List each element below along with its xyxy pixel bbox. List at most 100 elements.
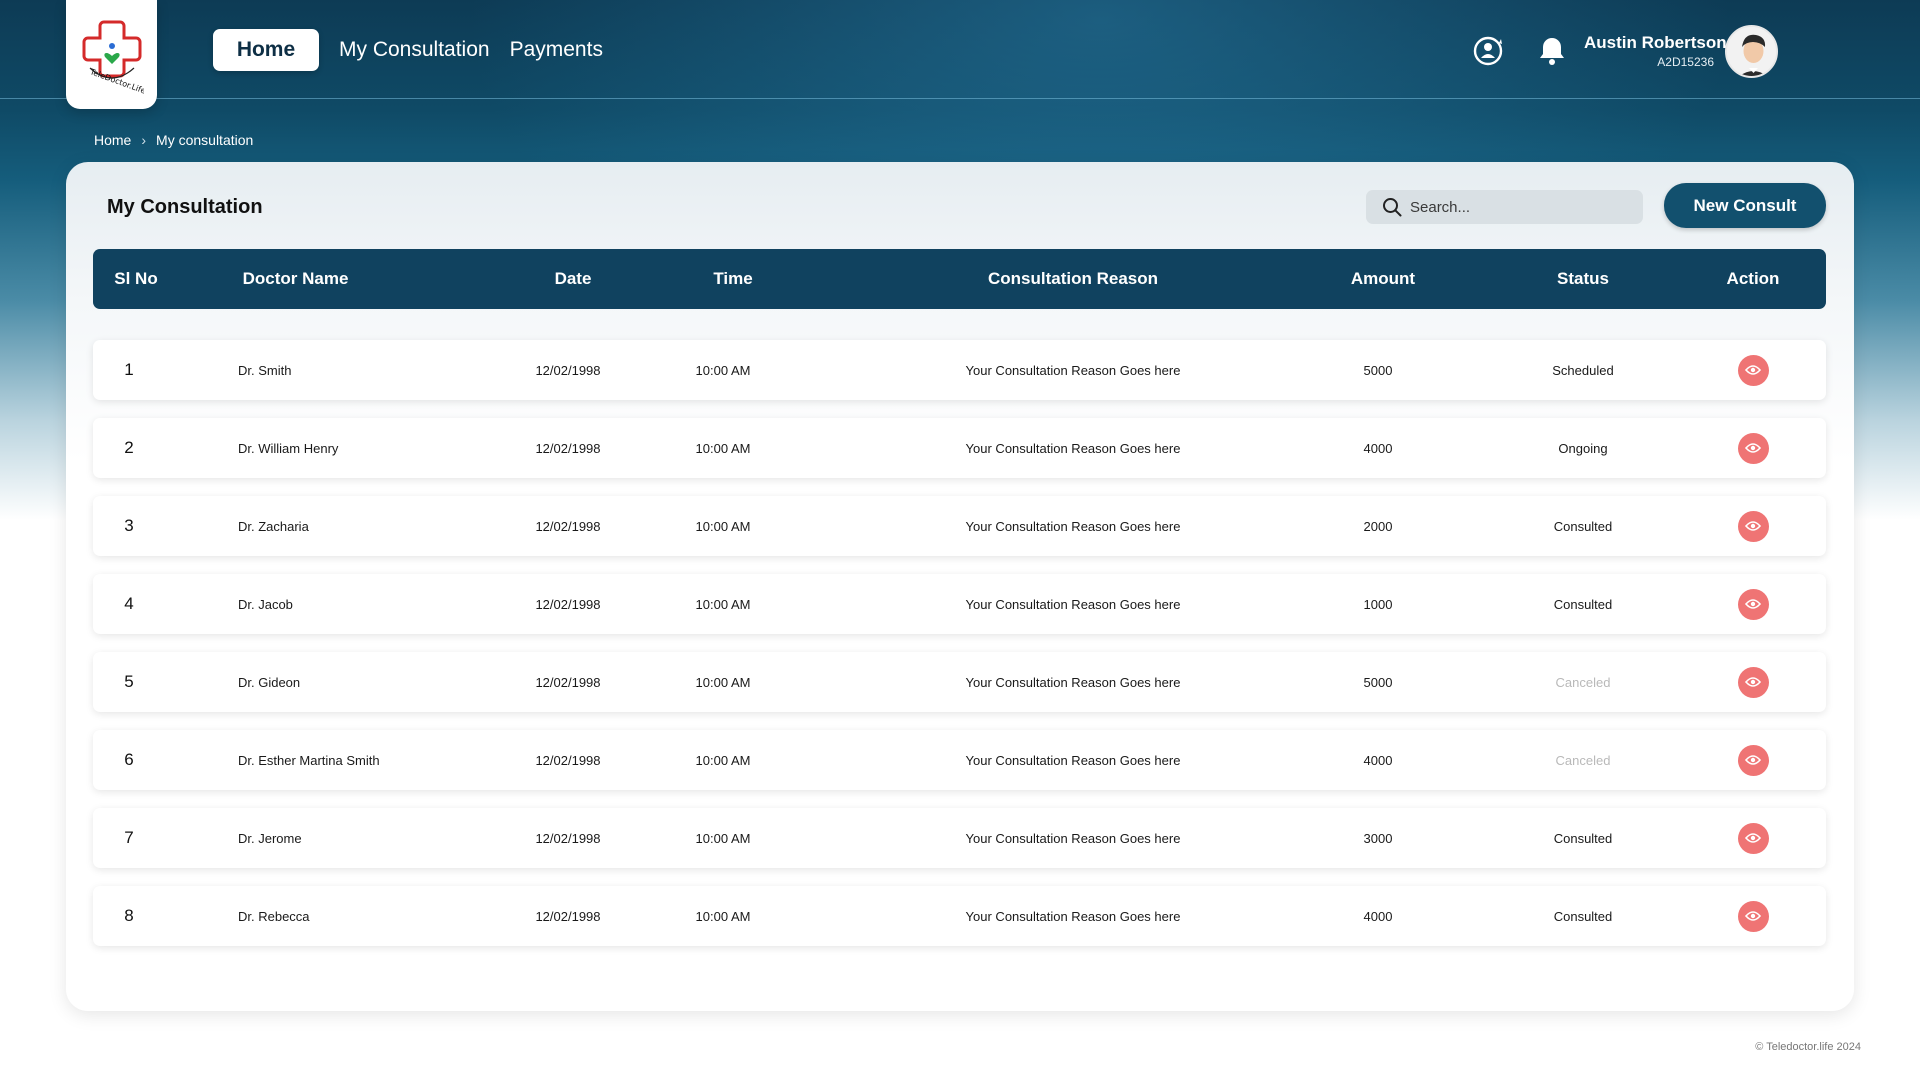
- view-consultation-button[interactable]: [1737, 354, 1769, 386]
- cell-date: 12/02/1998: [535, 596, 601, 612]
- search-icon: [1383, 198, 1402, 217]
- cell-consultation-reason: Your Consultation Reason Goes here: [965, 362, 1181, 378]
- cell-consultation-reason: Your Consultation Reason Goes here: [965, 518, 1181, 534]
- cell-consultation-reason: Your Consultation Reason Goes here: [965, 830, 1181, 846]
- eye-icon: [1745, 443, 1761, 453]
- cell-status: Consulted: [1553, 908, 1613, 924]
- cell-doctor-name: Dr. Jacob: [238, 596, 293, 612]
- cell-status: Canceled: [1555, 674, 1611, 690]
- table-row: 1 Dr. Smith 12/02/1998 10:00 AM Your Consult…: [93, 340, 1826, 400]
- table-header: Sl No Doctor Name Date Time Consultation…: [93, 249, 1826, 309]
- cell-time: 10:00 AM: [695, 596, 751, 612]
- cell-sl-no: 1: [124, 360, 134, 379]
- eye-icon: [1745, 911, 1761, 921]
- cell-doctor-name: Dr. William Henry: [238, 440, 339, 456]
- view-consultation-button[interactable]: [1737, 432, 1769, 464]
- bell-icon[interactable]: [1535, 34, 1569, 68]
- breadcrumb: Home › My consultation: [94, 132, 253, 148]
- view-consultation-button[interactable]: [1737, 510, 1769, 542]
- cell-doctor-name: Dr. Gideon: [238, 674, 301, 690]
- nav-payments[interactable]: Payments: [510, 38, 603, 62]
- cell-action: [1713, 574, 1793, 634]
- teledoctor-logo[interactable]: TeleDoctor.Life: [66, 0, 157, 109]
- cell-sl-no: 2: [124, 438, 134, 457]
- view-consultation-button[interactable]: [1737, 588, 1769, 620]
- cell-date: 12/02/1998: [535, 752, 601, 768]
- cell-time: 10:00 AM: [695, 752, 751, 768]
- help-refresh-icon[interactable]: [1471, 34, 1505, 68]
- search-input[interactable]: [1410, 198, 1630, 216]
- cell-sl-no: 5: [124, 672, 134, 691]
- nav-my-consultation[interactable]: My Consultation: [339, 38, 490, 62]
- cell-date: 12/02/1998: [535, 908, 601, 924]
- header-date: Date: [554, 269, 592, 288]
- header-icons: [1471, 34, 1569, 68]
- breadcrumb-current: My consultation: [156, 132, 254, 148]
- eye-icon: [1745, 755, 1761, 765]
- cell-doctor-name: Dr. Esther Martina Smith: [238, 752, 380, 768]
- cell-time: 10:00 AM: [695, 440, 751, 456]
- main-nav: Home My Consultation Payments: [213, 29, 603, 71]
- table-row: 8 Dr. Rebecca 12/02/1998 10:00 AM Your Consu…: [93, 886, 1826, 946]
- cell-amount: 3000: [1363, 830, 1393, 846]
- cell-date: 12/02/1998: [535, 830, 601, 846]
- cell-status: Consulted: [1553, 596, 1613, 612]
- cell-date: 12/02/1998: [535, 440, 601, 456]
- page-title: My Consultation: [107, 196, 263, 218]
- cell-date: 12/02/1998: [535, 362, 601, 378]
- header-sl-no: Sl No: [114, 269, 158, 288]
- eye-icon: [1745, 521, 1761, 531]
- cell-doctor-name: Dr. Rebecca: [238, 908, 310, 924]
- avatar[interactable]: [1725, 25, 1778, 78]
- search-box[interactable]: [1366, 190, 1643, 224]
- header-status: Status: [1557, 269, 1609, 288]
- cell-consultation-reason: Your Consultation Reason Goes here: [965, 674, 1181, 690]
- table-row: 4 Dr. Jacob 12/02/1998 10:00 AM Your Consult…: [93, 574, 1826, 634]
- cell-amount: 4000: [1363, 752, 1393, 768]
- cell-status: Consulted: [1553, 830, 1613, 846]
- cell-amount: 1000: [1363, 596, 1393, 612]
- header-doctor-name: Doctor Name: [242, 269, 349, 288]
- cell-amount: 2000: [1363, 518, 1393, 534]
- cell-date: 12/02/1998: [535, 518, 601, 534]
- cell-status: Scheduled: [1552, 362, 1614, 378]
- cell-time: 10:00 AM: [695, 362, 751, 378]
- header-time: Time: [713, 269, 753, 288]
- cell-amount: 5000: [1363, 674, 1393, 690]
- cell-consultation-reason: Your Consultation Reason Goes here: [965, 596, 1181, 612]
- cell-doctor-name: Dr. Zacharia: [238, 518, 309, 534]
- cell-amount: 5000: [1363, 362, 1393, 378]
- footer-copyright: © Teledoctor.life 2024: [1755, 1041, 1861, 1053]
- table-row: 3 Dr. Zacharia 12/02/1998 10:00 AM Your Cons…: [93, 496, 1826, 556]
- cell-time: 10:00 AM: [695, 830, 751, 846]
- header-amount: Amount: [1350, 269, 1416, 288]
- nav-home-button[interactable]: Home: [213, 29, 319, 71]
- eye-icon: [1745, 365, 1761, 375]
- cell-sl-no: 8: [124, 906, 134, 925]
- cell-time: 10:00 AM: [695, 674, 751, 690]
- cell-consultation-reason: Your Consultation Reason Goes here: [965, 752, 1181, 768]
- cell-sl-no: 6: [124, 750, 134, 769]
- cell-action: [1713, 652, 1793, 712]
- cell-doctor-name: Dr. Jerome: [238, 830, 302, 846]
- view-consultation-button[interactable]: [1737, 900, 1769, 932]
- cell-action: [1713, 730, 1793, 790]
- chevron-right-icon: ›: [141, 132, 147, 148]
- new-consult-button[interactable]: New Consult: [1664, 183, 1826, 228]
- view-consultation-button[interactable]: [1737, 822, 1769, 854]
- cell-amount: 4000: [1363, 440, 1393, 456]
- cell-time: 10:00 AM: [695, 908, 751, 924]
- medical-cross-logo-icon: TeleDoctor.Life: [82, 20, 144, 94]
- eye-icon: [1745, 677, 1761, 687]
- cell-consultation-reason: Your Consultation Reason Goes here: [965, 908, 1181, 924]
- user-info[interactable]: Austin Robertson A2D15236: [1584, 33, 1727, 69]
- cell-status: Canceled: [1555, 752, 1611, 768]
- cell-action: [1713, 808, 1793, 868]
- cell-action: [1713, 496, 1793, 556]
- view-consultation-button[interactable]: [1737, 666, 1769, 698]
- view-consultation-button[interactable]: [1737, 744, 1769, 776]
- cell-action: [1713, 418, 1793, 478]
- header-consultation-reason: Consultation Reason: [987, 269, 1158, 288]
- table-row: 7 Dr. Jerome 12/02/1998 10:00 AM Your Consul…: [93, 808, 1826, 868]
- breadcrumb-home[interactable]: Home: [94, 132, 131, 148]
